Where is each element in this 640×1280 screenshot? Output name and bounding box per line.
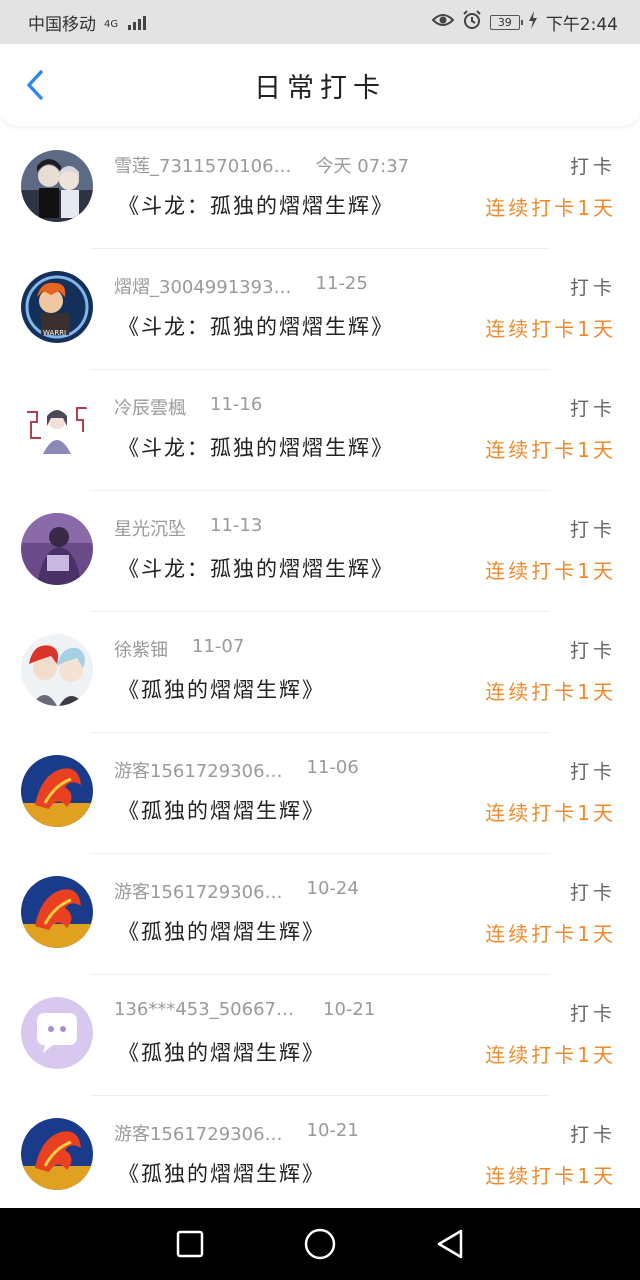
checkin-label: 打卡: [569, 277, 616, 299]
book-title: 《斗龙：孤独的熠熠生辉》: [118, 194, 394, 218]
user-name: 游客1561729306…: [114, 761, 283, 782]
list-item[interactable]: 雪莲_7311570106… 今天 07:37 《斗龙：孤独的熠熠生辉》 打卡 …: [0, 128, 640, 249]
checkin-date: 10-24: [306, 878, 359, 899]
streak-label: 连续打卡1天: [485, 801, 616, 825]
book-title: 《孤独的熠熠生辉》: [118, 920, 325, 944]
streak-label: 连续打卡1天: [485, 1043, 616, 1067]
avatar[interactable]: [21, 150, 93, 222]
list-item[interactable]: 游客1561729306… 10-21 《孤独的熠熠生辉》 打卡 连续打卡1天: [0, 1096, 640, 1217]
recent-apps-button[interactable]: [170, 1224, 210, 1264]
checkin-label: 打卡: [569, 1003, 616, 1025]
network-label: 4G: [104, 18, 119, 30]
book-title: 《孤独的熠熠生辉》: [118, 1162, 325, 1186]
list-item[interactable]: 游客1561729306… 10-24 《孤独的熠熠生辉》 打卡 连续打卡1天: [0, 854, 640, 975]
book-title: 《斗龙：孤独的熠熠生辉》: [118, 315, 394, 339]
user-name: 星光沉坠: [114, 519, 186, 540]
checkin-date: 10-21: [323, 999, 376, 1020]
checkin-label: 打卡: [569, 398, 616, 420]
checkin-date: 11-25: [315, 273, 368, 294]
streak-label: 连续打卡1天: [485, 680, 616, 704]
status-right: 39 下午2:44: [431, 9, 618, 35]
user-name: 熠熠_3004991393…: [114, 277, 292, 298]
back-button[interactable]: [18, 68, 52, 102]
page-header: 日常打卡: [0, 44, 640, 126]
item-meta: 雪莲_7311570106… 今天 07:37: [114, 152, 409, 178]
item-meta: 136***453_506672… 10-21: [114, 999, 375, 1020]
status-left: 中国移动 4G: [28, 10, 147, 35]
home-button[interactable]: [300, 1224, 340, 1264]
checkin-label: 打卡: [569, 156, 616, 178]
status-bar: 中国移动 4G 39 下午2:44: [0, 0, 640, 44]
user-name: 雪莲_7311570106…: [114, 156, 292, 177]
item-meta: 徐紫钿 11-07: [114, 636, 244, 662]
checkin-label: 打卡: [569, 519, 616, 541]
avatar[interactable]: [21, 997, 93, 1069]
checkin-label: 打卡: [569, 1124, 616, 1146]
alarm-icon: [462, 9, 482, 35]
list-item[interactable]: 游客1561729306… 11-06 《孤独的熠熠生辉》 打卡 连续打卡1天: [0, 733, 640, 854]
checkin-label: 打卡: [569, 761, 616, 783]
checkin-date: 今天 07:37: [315, 156, 410, 177]
item-meta: 游客1561729306… 10-21: [114, 1120, 359, 1146]
avatar[interactable]: [21, 392, 93, 464]
avatar[interactable]: [21, 1118, 93, 1190]
svg-text:WARRI: WARRI: [43, 329, 66, 337]
checkin-label: 打卡: [569, 882, 616, 904]
circle-home-icon: [304, 1228, 336, 1260]
battery-icon: 39: [489, 14, 523, 30]
item-meta: 冷辰雲楓 11-16: [114, 394, 262, 420]
user-name: 冷辰雲楓: [114, 398, 186, 419]
avatar[interactable]: [21, 513, 93, 585]
list-item[interactable]: 冷辰雲楓 11-16 《斗龙：孤独的熠熠生辉》 打卡 连续打卡1天: [0, 370, 640, 491]
system-nav-bar: [0, 1208, 640, 1280]
clock-time: 下午2:44: [545, 14, 618, 35]
streak-label: 连续打卡1天: [485, 559, 616, 583]
streak-label: 连续打卡1天: [485, 922, 616, 946]
streak-label: 连续打卡1天: [485, 1164, 616, 1188]
avatar[interactable]: WARRI: [21, 271, 93, 343]
user-name: 136***453_506672…: [114, 999, 299, 1020]
charging-icon: [528, 10, 538, 34]
checkin-date: 11-07: [192, 636, 245, 657]
streak-label: 连续打卡1天: [485, 438, 616, 462]
book-title: 《斗龙：孤独的熠熠生辉》: [118, 557, 394, 581]
user-name: 游客1561729306…: [114, 1124, 283, 1145]
system-back-button[interactable]: [430, 1224, 470, 1264]
checkin-date: 11-06: [306, 757, 359, 778]
book-title: 《斗龙：孤独的熠熠生辉》: [118, 436, 394, 460]
user-name: 游客1561729306…: [114, 882, 283, 903]
book-title: 《孤独的熠熠生辉》: [118, 1041, 325, 1065]
eye-icon: [431, 12, 455, 33]
list-item[interactable]: 136***453_506672… 10-21 《孤独的熠熠生辉》 打卡 连续打…: [0, 975, 640, 1096]
avatar[interactable]: [21, 876, 93, 948]
checkin-list: 雪莲_7311570106… 今天 07:37 《斗龙：孤独的熠熠生辉》 打卡 …: [0, 128, 640, 1217]
chevron-left-icon: [27, 70, 43, 100]
book-title: 《孤独的熠熠生辉》: [118, 678, 325, 702]
user-name: 徐紫钿: [114, 640, 168, 661]
item-meta: 游客1561729306… 10-24: [114, 878, 359, 904]
carrier-label: 中国移动: [28, 14, 96, 35]
checkin-date: 11-16: [210, 394, 263, 415]
book-title: 《孤独的熠熠生辉》: [118, 799, 325, 823]
page-title: 日常打卡: [254, 72, 386, 104]
avatar[interactable]: [21, 755, 93, 827]
list-item[interactable]: WARRI 熠熠_3004991393… 11-25 《斗龙：孤独的熠熠生辉》 …: [0, 249, 640, 370]
list-item[interactable]: 星光沉坠 11-13 《斗龙：孤独的熠熠生辉》 打卡 连续打卡1天: [0, 491, 640, 612]
checkin-date: 10-21: [306, 1120, 359, 1141]
item-meta: 星光沉坠 11-13: [114, 515, 262, 541]
square-recent-icon: [176, 1230, 204, 1258]
streak-label: 连续打卡1天: [485, 196, 616, 220]
avatar[interactable]: [21, 634, 93, 706]
checkin-label: 打卡: [569, 640, 616, 662]
streak-label: 连续打卡1天: [485, 317, 616, 341]
checkin-date: 11-13: [210, 515, 263, 536]
item-meta: 熠熠_3004991393… 11-25: [114, 273, 368, 299]
battery-level: 39: [497, 15, 512, 29]
triangle-back-icon: [437, 1229, 463, 1259]
signal-icon: [128, 14, 147, 30]
list-item[interactable]: 徐紫钿 11-07 《孤独的熠熠生辉》 打卡 连续打卡1天: [0, 612, 640, 733]
item-meta: 游客1561729306… 11-06: [114, 757, 359, 783]
